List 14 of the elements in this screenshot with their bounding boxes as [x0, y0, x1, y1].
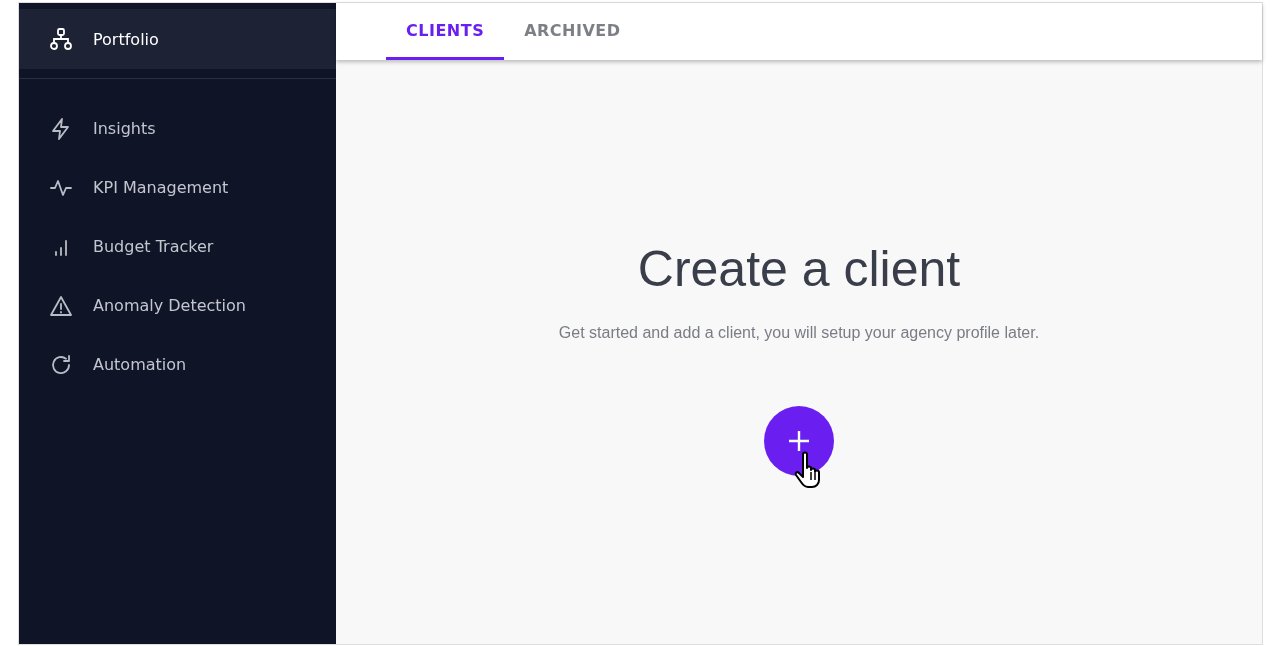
- sidebar-item[interactable]: KPI Management: [19, 158, 336, 217]
- plus-icon: [788, 430, 810, 452]
- empty-state-subtitle: Get started and add a client, you will setup your agency profile later.: [558, 324, 1040, 342]
- sidebar-item[interactable]: Insights: [19, 99, 336, 158]
- refresh-icon: [49, 352, 73, 377]
- sidebar-item[interactable]: Portfolio: [19, 9, 336, 69]
- sidebar-item[interactable]: Anomaly Detection: [19, 276, 336, 335]
- sidebar-item[interactable]: Budget Tracker: [19, 217, 336, 276]
- sidebar-item[interactable]: Automation: [19, 335, 336, 394]
- tab[interactable]: ARCHIVED: [504, 3, 641, 60]
- empty-state-title: Create a client: [637, 240, 961, 298]
- hierarchy-icon: [49, 27, 73, 51]
- tab[interactable]: CLIENTS: [386, 3, 505, 60]
- warning-icon: [49, 293, 73, 318]
